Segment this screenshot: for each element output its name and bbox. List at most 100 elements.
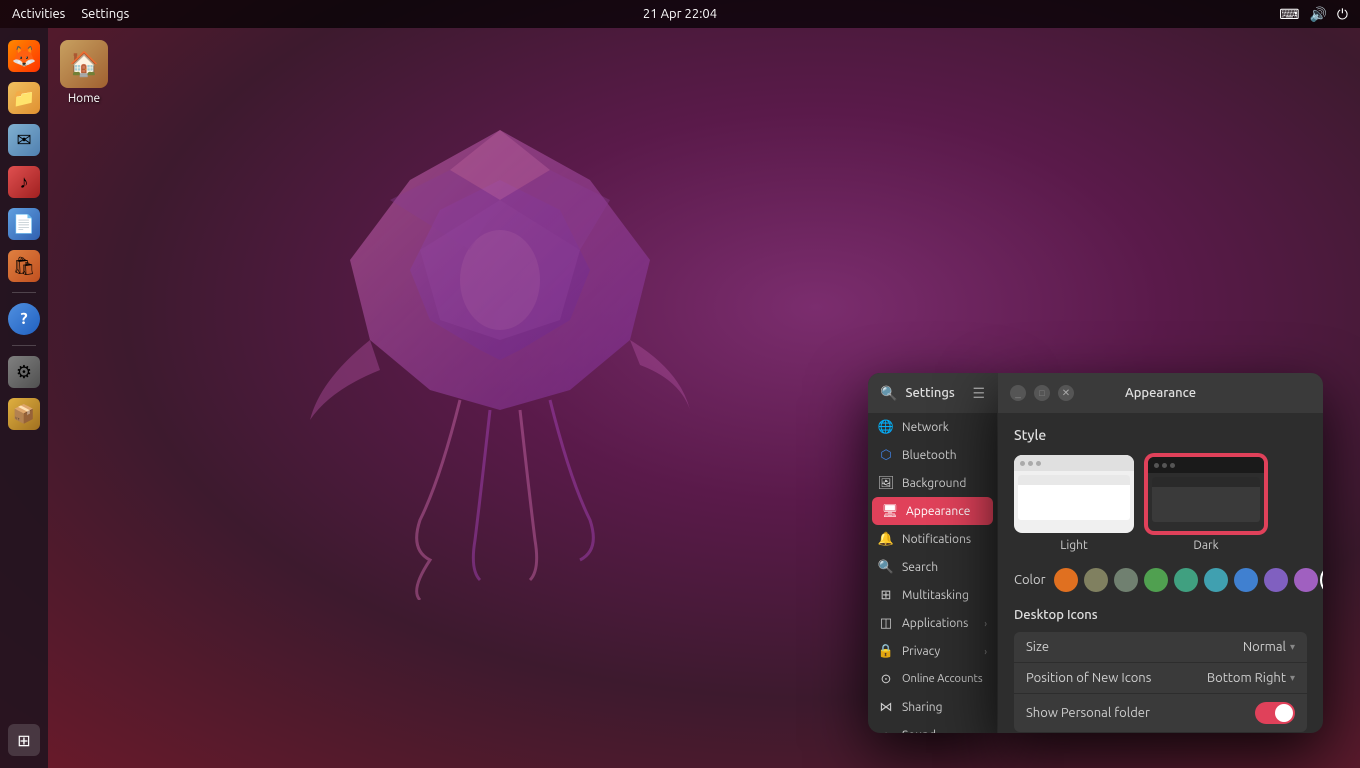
dock-item-settings[interactable]: ⚙ bbox=[6, 354, 42, 390]
style-section: Style Light bbox=[1014, 427, 1307, 552]
dock-bottom: ⊞ bbox=[6, 722, 42, 758]
dock-item-firefox[interactable]: 🦊 bbox=[6, 38, 42, 74]
sidebar-item-notifications-label: Notifications bbox=[902, 533, 971, 546]
dock-separator-2 bbox=[12, 345, 36, 346]
sidebar-item-sharing[interactable]: ⋈ Sharing bbox=[868, 693, 997, 721]
activities-button[interactable]: Activities bbox=[12, 7, 65, 21]
dark-theme-thumbnail[interactable] bbox=[1146, 455, 1266, 533]
sidebar-item-network[interactable]: 🌐 Network bbox=[868, 413, 997, 441]
online-accounts-icon: ⊙ bbox=[878, 671, 894, 687]
light-theme-thumbnail[interactable] bbox=[1014, 455, 1134, 533]
dock-item-mail[interactable]: ✉ bbox=[6, 122, 42, 158]
color-swatch-sage[interactable] bbox=[1084, 568, 1108, 592]
applications-arrow-icon: › bbox=[984, 618, 987, 629]
style-options-container: Light Dark bbox=[1014, 455, 1307, 552]
settings-titlebar: _ □ ✕ Appearance bbox=[998, 373, 1323, 413]
sidebar-item-sound[interactable]: ♪ Sound bbox=[868, 721, 997, 733]
color-swatch-olive[interactable] bbox=[1114, 568, 1138, 592]
topbar-app-name: Settings bbox=[81, 7, 129, 21]
appearance-content: Style Light bbox=[998, 413, 1323, 733]
volume-icon[interactable]: 🔊 bbox=[1309, 6, 1326, 23]
size-setting-row: Size Normal ▾ bbox=[1014, 632, 1307, 662]
dock-item-software[interactable]: 📦 bbox=[6, 396, 42, 432]
sidebar-item-bluetooth[interactable]: ⬡ Bluetooth bbox=[868, 441, 997, 469]
sidebar-item-appearance-label: Appearance bbox=[906, 505, 970, 518]
size-value-text: Normal bbox=[1243, 640, 1286, 654]
personal-folder-setting-row: Show Personal folder bbox=[1014, 694, 1307, 732]
sidebar-item-applications[interactable]: ◫ Applications › bbox=[868, 609, 997, 637]
position-value[interactable]: Bottom Right ▾ bbox=[1207, 671, 1295, 685]
color-swatch-blue[interactable] bbox=[1234, 568, 1258, 592]
position-setting-row: Position of New Icons Bottom Right ▾ bbox=[1014, 663, 1307, 693]
notifications-icon: 🔔 bbox=[878, 531, 894, 547]
window-maximize-button[interactable]: □ bbox=[1034, 385, 1050, 401]
color-swatch-cyan[interactable] bbox=[1204, 568, 1228, 592]
dock-item-files[interactable]: 📁 bbox=[6, 80, 42, 116]
sidebar-item-privacy[interactable]: 🔒 Privacy › bbox=[868, 637, 997, 665]
privacy-icon: 🔒 bbox=[878, 643, 894, 659]
personal-folder-toggle[interactable] bbox=[1255, 702, 1295, 724]
style-option-dark: Dark bbox=[1146, 455, 1266, 552]
sidebar-item-background-label: Background bbox=[902, 477, 966, 490]
system-tray-icon1[interactable]: ⌨ bbox=[1279, 6, 1299, 23]
personal-folder-label: Show Personal folder bbox=[1026, 706, 1150, 720]
sidebar-item-applications-label: Applications bbox=[902, 617, 968, 630]
background-icon: 🖼 bbox=[878, 475, 894, 491]
sidebar-item-search[interactable]: 🔍 Search bbox=[868, 553, 997, 581]
sidebar-item-sharing-label: Sharing bbox=[902, 701, 943, 714]
sidebar-menu-icon[interactable]: ☰ bbox=[972, 385, 985, 402]
light-theme-label: Light bbox=[1060, 539, 1088, 552]
sidebar-item-search-label: Search bbox=[902, 561, 938, 574]
sidebar-item-multitasking[interactable]: ⊞ Multitasking bbox=[868, 581, 997, 609]
dock-item-libreoffice[interactable]: 📄 bbox=[6, 206, 42, 242]
style-section-title: Style bbox=[1014, 427, 1307, 443]
style-option-light: Light bbox=[1014, 455, 1134, 552]
bluetooth-icon: ⬡ bbox=[878, 447, 894, 463]
color-swatch-orange[interactable] bbox=[1054, 568, 1078, 592]
topbar-left: Activities Settings bbox=[12, 7, 129, 21]
sound-icon: ♪ bbox=[878, 727, 894, 733]
window-title: Appearance bbox=[1125, 386, 1196, 400]
sidebar-search-icon[interactable]: 🔍 bbox=[880, 385, 897, 402]
window-close-button[interactable]: ✕ bbox=[1058, 385, 1074, 401]
color-section: Color bbox=[1014, 568, 1307, 592]
appearance-icon: 🖥 bbox=[882, 503, 898, 519]
color-swatches-container bbox=[1054, 568, 1324, 592]
color-swatch-purple[interactable] bbox=[1264, 568, 1288, 592]
toggle-knob bbox=[1275, 704, 1293, 722]
settings-sidebar-panel: 🔍 Settings ☰ 🌐 Network ⬡ Bluetooth 🖼 Bac… bbox=[868, 373, 998, 733]
settings-content-panel: _ □ ✕ Appearance Style bbox=[998, 373, 1323, 733]
home-icon: 🏠 bbox=[60, 40, 108, 88]
multitasking-icon: ⊞ bbox=[878, 587, 894, 603]
applications-icon: ◫ bbox=[878, 615, 894, 631]
sidebar-item-bluetooth-label: Bluetooth bbox=[902, 449, 957, 462]
desktop-icons-section: Desktop Icons Size Normal ▾ Position of … bbox=[1014, 608, 1307, 732]
dock-item-help[interactable]: ? bbox=[6, 301, 42, 337]
home-icon-label: Home bbox=[68, 92, 100, 105]
sidebar-item-notifications[interactable]: 🔔 Notifications bbox=[868, 525, 997, 553]
sidebar-item-online-accounts[interactable]: ⊙ Online Accounts bbox=[868, 665, 997, 693]
dock-show-apps[interactable]: ⊞ bbox=[6, 722, 42, 758]
home-desktop-icon[interactable]: 🏠 Home bbox=[60, 40, 108, 105]
search-icon: 🔍 bbox=[878, 559, 894, 575]
color-swatch-teal[interactable] bbox=[1174, 568, 1198, 592]
sidebar-item-background[interactable]: 🖼 Background bbox=[868, 469, 997, 497]
window-minimize-button[interactable]: _ bbox=[1010, 385, 1026, 401]
color-swatch-green[interactable] bbox=[1144, 568, 1168, 592]
desktop-icons-title: Desktop Icons bbox=[1014, 608, 1307, 622]
color-section-label: Color bbox=[1014, 573, 1046, 587]
dock-item-rhythmbox[interactable]: ♪ bbox=[6, 164, 42, 200]
sidebar-item-network-label: Network bbox=[902, 421, 949, 434]
color-swatch-lavender[interactable] bbox=[1294, 568, 1318, 592]
size-value[interactable]: Normal ▾ bbox=[1243, 640, 1295, 654]
sidebar-item-privacy-label: Privacy bbox=[902, 645, 940, 658]
dock-item-appstore[interactable]: 🛍 bbox=[6, 248, 42, 284]
size-label: Size bbox=[1026, 640, 1049, 654]
sharing-icon: ⋈ bbox=[878, 699, 894, 715]
position-value-text: Bottom Right bbox=[1207, 671, 1286, 685]
network-icon: 🌐 bbox=[878, 419, 894, 435]
power-indicator-icon[interactable]: ⏻ bbox=[1337, 6, 1348, 23]
sidebar-item-multitasking-label: Multitasking bbox=[902, 589, 969, 602]
sidebar-title: Settings bbox=[905, 386, 954, 400]
sidebar-item-appearance[interactable]: 🖥 Appearance bbox=[872, 497, 993, 525]
